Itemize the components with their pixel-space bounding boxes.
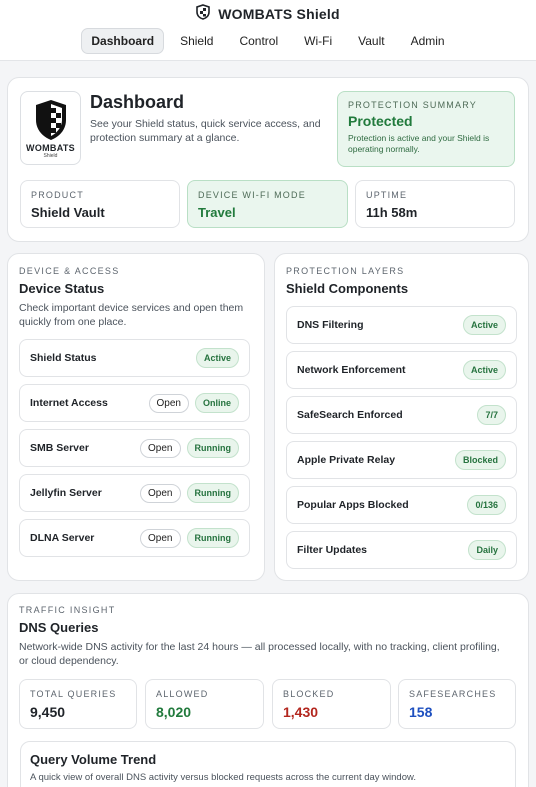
trend-description: A quick view of overall DNS activity ver… [30, 772, 416, 783]
status-badge: Running [186, 483, 239, 503]
logo-wordmark: WOMBATS [26, 142, 75, 153]
component-row-private-relay: Apple Private Relay Blocked [286, 441, 517, 479]
query-volume-trend-card: Query Volume Trend A quick view of overa… [20, 741, 516, 787]
status-badge: Active [462, 360, 506, 380]
status-badge: Active [195, 348, 239, 368]
nav-wifi[interactable]: Wi-Fi [294, 28, 342, 54]
metric-value: 9,450 [30, 704, 66, 720]
status-badge: Blocked [454, 450, 506, 470]
wombats-logo: WOMBATS Shield [20, 91, 81, 165]
metric-blocked: BLOCKED 1,430 [272, 679, 391, 729]
status-badge: 0/136 [467, 495, 506, 515]
brand-title: WOMBATS Shield [218, 6, 340, 22]
device-title: Device Status [19, 281, 105, 296]
row-label: DLNA Server [30, 532, 95, 544]
device-row-smb-server: SMB Server Open Running [19, 429, 250, 467]
protection-summary: PROTECTION SUMMARY Protected Protection … [337, 91, 515, 167]
stat-value: Shield Vault [31, 205, 105, 220]
stat-uptime: UPTIME 11h 58m [355, 180, 515, 228]
components-title: Shield Components [286, 281, 409, 296]
open-internet-button[interactable]: Open [148, 393, 189, 413]
trend-title: Query Volume Trend [30, 752, 157, 767]
device-row-jellyfin-server: Jellyfin Server Open Running [19, 474, 250, 512]
protection-status: Protected [348, 113, 413, 129]
shield-emblem-icon [35, 99, 66, 140]
row-label: DNS Filtering [297, 319, 364, 331]
top-bar: WOMBATS Shield Dashboard Shield Control … [0, 0, 536, 61]
metric-safesearches: SAFESEARCHES 158 [398, 679, 516, 729]
row-label: SMB Server [30, 442, 89, 454]
device-row-dlna-server: DLNA Server Open Running [19, 519, 250, 557]
row-label: Network Enforcement [297, 364, 406, 376]
protection-eyebrow: PROTECTION SUMMARY [348, 100, 477, 110]
nav-dashboard[interactable]: Dashboard [81, 28, 165, 54]
open-smb-button[interactable]: Open [140, 438, 181, 458]
traffic-title: DNS Queries [19, 620, 99, 635]
stat-product: PRODUCT Shield Vault [20, 180, 180, 228]
metric-allowed: ALLOWED 8,020 [145, 679, 264, 729]
nav-admin[interactable]: Admin [401, 28, 455, 54]
device-description: Check important device services and open… [19, 302, 244, 328]
status-badge: 7/7 [477, 405, 506, 425]
page-description: See your Shield status, quick service ac… [90, 118, 321, 144]
open-jellyfin-button[interactable]: Open [140, 483, 181, 503]
nav-vault[interactable]: Vault [348, 28, 394, 54]
row-label: Popular Apps Blocked [297, 499, 409, 511]
shield-logo-icon [196, 3, 211, 25]
stat-label: UPTIME [366, 190, 408, 200]
components-eyebrow: PROTECTION LAYERS [286, 266, 405, 276]
row-label: Shield Status [30, 352, 97, 364]
status-badge: Running [186, 528, 239, 548]
main-nav: Dashboard Shield Control Wi-Fi Vault Adm… [0, 28, 536, 54]
stat-wifi-mode: DEVICE WI-FI MODE Travel [187, 180, 348, 228]
device-row-shield-status: Shield Status Active [19, 339, 250, 377]
metric-label: SAFESEARCHES [409, 689, 497, 699]
row-label: Filter Updates [297, 544, 368, 556]
traffic-description: Network-wide DNS activity for the last 2… [19, 641, 500, 667]
metric-value: 8,020 [156, 704, 192, 720]
stat-value: Travel [198, 205, 236, 220]
metric-label: TOTAL QUERIES [30, 689, 117, 699]
row-label: Internet Access [30, 397, 108, 409]
protection-detail: Protection is active and your Shield is … [348, 133, 490, 154]
component-row-network-enforcement: Network Enforcement Active [286, 351, 517, 389]
stat-label: PRODUCT [31, 190, 84, 200]
component-row-dns-filtering: DNS Filtering Active [286, 306, 517, 344]
component-row-safesearch: SafeSearch Enforced 7/7 [286, 396, 517, 434]
brand: WOMBATS Shield [0, 3, 536, 25]
traffic-eyebrow: TRAFFIC INSIGHT [19, 605, 116, 615]
metric-value: 1,430 [283, 704, 319, 720]
component-row-popular-apps: Popular Apps Blocked 0/136 [286, 486, 517, 524]
status-badge: Active [462, 315, 506, 335]
metric-value: 158 [409, 704, 433, 720]
logo-subtitle: Shield [43, 152, 58, 159]
page-title: Dashboard [90, 92, 185, 112]
device-eyebrow: DEVICE & ACCESS [19, 266, 120, 276]
device-row-internet-access: Internet Access Open Online [19, 384, 250, 422]
row-label: Jellyfin Server [30, 487, 102, 499]
status-badge: Online [194, 393, 239, 413]
row-label: SafeSearch Enforced [297, 409, 403, 421]
metric-total-queries: TOTAL QUERIES 9,450 [19, 679, 137, 729]
nav-control[interactable]: Control [229, 28, 288, 54]
status-badge: Running [186, 438, 239, 458]
metric-label: ALLOWED [156, 689, 209, 699]
status-badge: Daily [468, 540, 506, 560]
stat-label: DEVICE WI-FI MODE [198, 190, 306, 200]
component-row-filter-updates: Filter Updates Daily [286, 531, 517, 569]
open-dlna-button[interactable]: Open [140, 528, 181, 548]
nav-shield[interactable]: Shield [170, 28, 223, 54]
row-label: Apple Private Relay [297, 454, 396, 466]
metric-label: BLOCKED [283, 689, 335, 699]
stat-value: 11h 58m [366, 205, 418, 220]
